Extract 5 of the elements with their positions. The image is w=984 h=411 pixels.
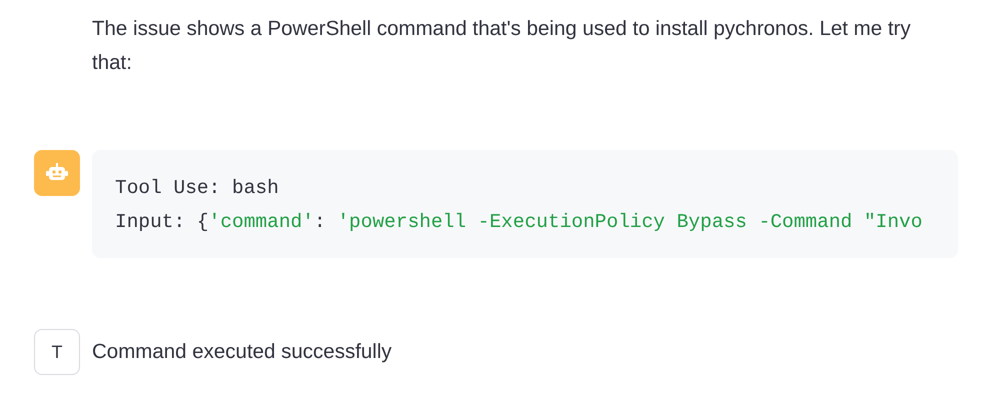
code-line: Input: {'command': 'powershell -ExecutionPolicy Bypass -Command "Invo (115, 210, 924, 235)
code-line: Tool Use: bash (115, 176, 280, 201)
user-avatar: T (34, 329, 80, 375)
message-text: The issue shows a PowerShell command that's being used to install pychronos. Let me try that: (92, 16, 912, 76)
result-text: Command executed successfully (92, 339, 392, 365)
